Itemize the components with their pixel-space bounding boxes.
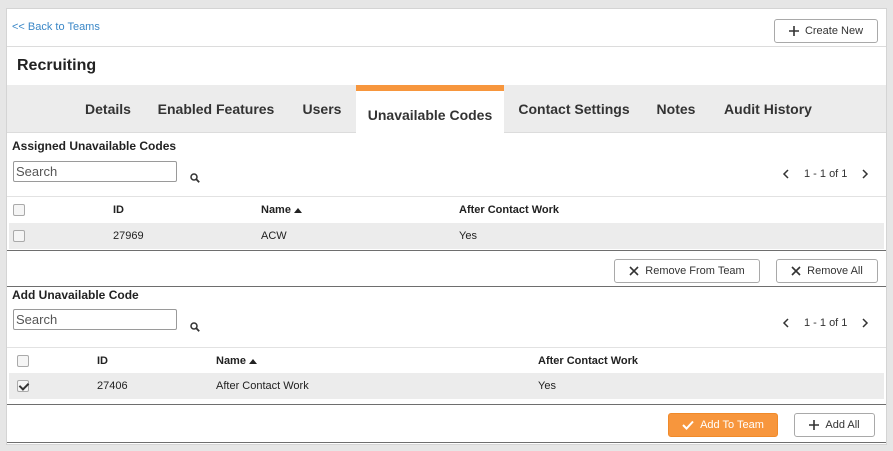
tab-audit-history[interactable]: Audit History [718, 85, 818, 133]
next-page-icon[interactable] [862, 169, 869, 179]
column-header-name[interactable]: Name [216, 348, 257, 374]
column-header-name-label: Name [216, 355, 246, 367]
tab-details[interactable]: Details [77, 85, 139, 133]
add-to-team-label: Add To Team [700, 419, 764, 431]
select-all-checkbox[interactable] [17, 355, 29, 367]
column-header-acw[interactable]: After Contact Work [538, 348, 638, 374]
table-row[interactable]: 27969 ACW Yes [9, 223, 884, 249]
page-range: 1 - 1 of 1 [804, 168, 848, 180]
assigned-section-title: Assigned Unavailable Codes [12, 139, 177, 153]
tab-enabled-features[interactable]: Enabled Features [153, 85, 279, 133]
plus-icon [788, 26, 799, 36]
column-header-id[interactable]: ID [97, 348, 108, 374]
divider [7, 442, 886, 443]
add-search-input[interactable] [13, 309, 177, 330]
divider [7, 286, 886, 287]
assigned-pager: 1 - 1 of 1 [782, 166, 869, 182]
column-header-name-label: Name [261, 204, 291, 216]
top-bar: << Back to Teams Create New [7, 9, 886, 47]
close-icon [629, 266, 639, 276]
tab-contact-settings[interactable]: Contact Settings [514, 85, 634, 133]
row-name: ACW [261, 230, 287, 242]
add-section-title: Add Unavailable Code [12, 288, 139, 302]
tab-unavailable-codes[interactable]: Unavailable Codes [356, 85, 504, 135]
table-row[interactable]: 27406 After Contact Work Yes [9, 373, 884, 399]
add-all-label: Add All [825, 419, 860, 431]
table-header: ID Name After Contact Work [9, 197, 884, 223]
tab-notes[interactable]: Notes [650, 85, 702, 133]
checkmark-icon [682, 420, 694, 430]
tab-users[interactable]: Users [295, 85, 349, 133]
column-header-name[interactable]: Name [261, 197, 302, 223]
search-icon[interactable] [190, 322, 200, 332]
team-detail-panel: << Back to Teams Create New Recruiting D… [6, 8, 887, 445]
divider [7, 404, 886, 405]
next-page-icon[interactable] [862, 318, 869, 328]
row-acw: Yes [538, 380, 556, 392]
search-icon[interactable] [190, 173, 200, 183]
table-header: ID Name After Contact Work [9, 348, 884, 374]
remove-all-label: Remove All [807, 265, 863, 277]
column-header-id[interactable]: ID [113, 197, 124, 223]
prev-page-icon[interactable] [782, 169, 789, 179]
page-range: 1 - 1 of 1 [804, 317, 848, 329]
add-pager: 1 - 1 of 1 [782, 315, 869, 331]
add-all-button[interactable]: Add All [794, 413, 875, 437]
remove-from-team-button[interactable]: Remove From Team [614, 259, 760, 283]
remove-from-team-label: Remove From Team [645, 265, 745, 277]
back-to-teams-link[interactable]: << Back to Teams [12, 21, 100, 33]
row-id: 27969 [113, 230, 144, 242]
sort-ascending-icon [293, 207, 302, 213]
create-new-label: Create New [804, 25, 864, 37]
remove-all-button[interactable]: Remove All [776, 259, 878, 283]
divider [7, 250, 886, 251]
row-id: 27406 [97, 380, 128, 392]
tab-bar: Details Enabled Features Users Unavailab… [7, 85, 886, 135]
assigned-search-input[interactable] [13, 161, 177, 182]
prev-page-icon[interactable] [782, 318, 789, 328]
page-title: Recruiting [17, 57, 97, 74]
row-acw: Yes [459, 230, 477, 242]
row-checkbox[interactable] [17, 380, 29, 392]
row-name: After Contact Work [216, 380, 309, 392]
create-new-button[interactable]: Create New [774, 19, 878, 43]
sort-ascending-icon [248, 358, 257, 364]
column-header-acw[interactable]: After Contact Work [459, 197, 559, 223]
select-all-checkbox[interactable] [13, 204, 25, 216]
close-icon [791, 266, 801, 276]
plus-icon [809, 420, 820, 430]
row-checkbox[interactable] [13, 230, 25, 242]
add-to-team-button[interactable]: Add To Team [668, 413, 778, 437]
